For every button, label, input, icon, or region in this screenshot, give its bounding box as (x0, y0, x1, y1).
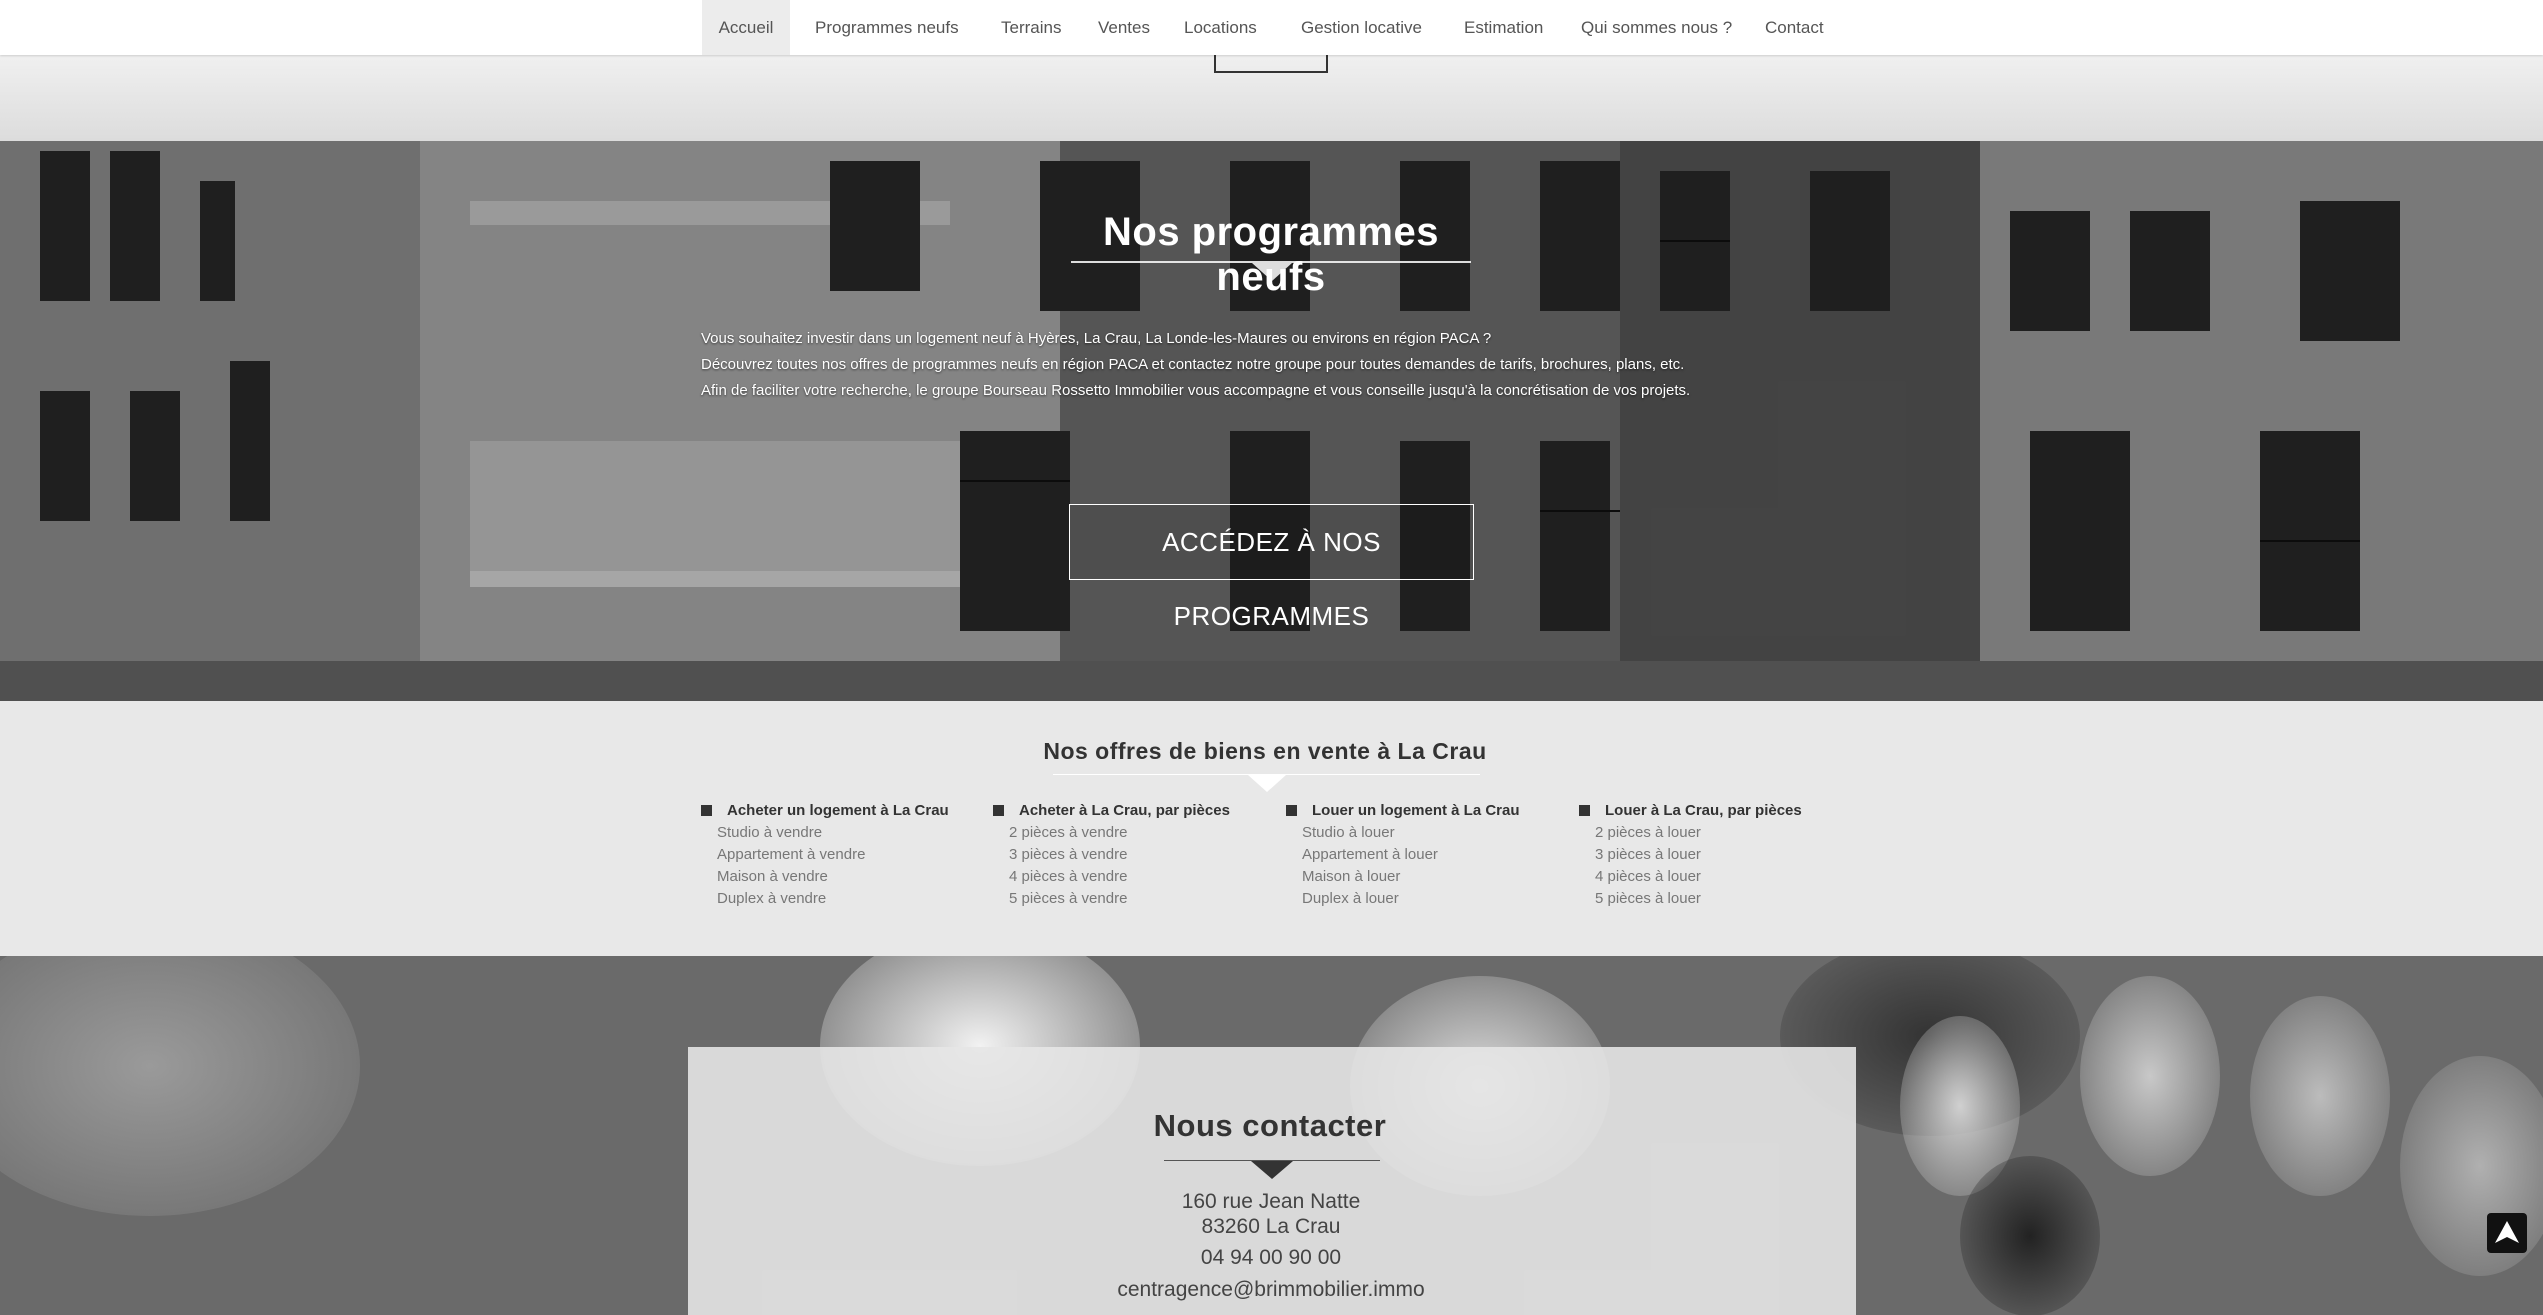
nav-item-programmes-neufs[interactable]: Programmes neufs (815, 0, 959, 55)
offers-column-heading: Louer à La Crau, par pièces (1579, 800, 1859, 822)
offer-link[interactable]: Appartement à vendre (701, 844, 981, 866)
hero-paragraph: Découvrez toutes nos offres de programme… (701, 356, 1685, 373)
offers-title: Nos offres de biens en vente à La Crau (1043, 738, 1487, 764)
contact-address-street: 160 rue Jean Natte (1181, 1190, 1361, 1213)
main-nav: Accueil Programmes neufs Terrains Ventes… (0, 0, 2543, 55)
offers-column-heading-label: Louer à La Crau, par pièces (1605, 802, 1802, 819)
offers-column-rent-rooms: Louer à La Crau, par pièces 2 pièces à l… (1579, 800, 1859, 910)
nav-item-qui-sommes-nous[interactable]: Qui sommes nous ? (1581, 0, 1732, 55)
programmes-cta-button[interactable]: ACCÉDEZ À NOS PROGRAMMES (1069, 504, 1474, 631)
offer-link[interactable]: Studio à vendre (701, 822, 981, 844)
bokeh-shape (2080, 976, 2220, 1176)
offer-link[interactable]: Duplex à vendre (701, 888, 981, 910)
nav-item-ventes[interactable]: Ventes (1098, 0, 1150, 55)
square-bullet-icon (993, 805, 1004, 816)
contact-phone[interactable]: 04 94 00 90 00 (1021, 1246, 1521, 1270)
nav-item-locations[interactable]: Locations (1184, 0, 1257, 55)
bokeh-shape (1960, 1156, 2100, 1315)
scroll-top-button[interactable] (2487, 1213, 2527, 1253)
square-bullet-icon (1286, 805, 1297, 816)
offers-title-arrow (1248, 775, 1286, 792)
nav-item-estimation[interactable]: Estimation (1464, 0, 1543, 55)
offer-link[interactable]: Appartement à louer (1286, 844, 1566, 866)
hero-title: Nos programmes neufs (1103, 210, 1439, 299)
offer-link[interactable]: 5 pièces à vendre (993, 888, 1273, 910)
nav-item-accueil[interactable]: Accueil (702, 0, 790, 55)
offers-column-heading: Acheter un logement à La Crau (701, 800, 981, 822)
contact-address-city: 83260 La Crau (1201, 1215, 1341, 1238)
hero-title-arrow (1252, 263, 1292, 281)
nav-item-terrains[interactable]: Terrains (1001, 0, 1061, 55)
offers-column-heading-label: Louer un logement à La Crau (1312, 802, 1520, 819)
offer-link[interactable]: 2 pièces à louer (1579, 822, 1859, 844)
contact-card (688, 1047, 1856, 1315)
offer-link[interactable]: 2 pièces à vendre (993, 822, 1273, 844)
offers-column-buy-type: Acheter un logement à La Crau Studio à v… (701, 800, 981, 910)
offer-link[interactable]: Maison à vendre (701, 866, 981, 888)
offers-column-rent-type: Louer un logement à La Crau Studio à lou… (1286, 800, 1566, 910)
hero-paragraph: Afin de faciliter votre recherche, le gr… (701, 382, 1691, 399)
offers-column-heading: Louer un logement à La Crau (1286, 800, 1566, 822)
offer-link[interactable]: Maison à louer (1286, 866, 1566, 888)
contact-title-arrow (1251, 1161, 1293, 1179)
offer-link[interactable]: Duplex à louer (1286, 888, 1566, 910)
contact-title: Nous contacter (1153, 1108, 1387, 1143)
contact-email[interactable]: centragence@brimmobilier.immo (1021, 1278, 1521, 1302)
offers-column-buy-rooms: Acheter à La Crau, par pièces 2 pièces à… (993, 800, 1273, 910)
hero-paragraph: Vous souhaitez investir dans un logement… (701, 330, 1492, 347)
offer-link[interactable]: 5 pièces à louer (1579, 888, 1859, 910)
offer-link[interactable]: 3 pièces à louer (1579, 844, 1859, 866)
offer-link[interactable]: 4 pièces à vendre (993, 866, 1273, 888)
offer-link[interactable]: 3 pièces à vendre (993, 844, 1273, 866)
square-bullet-icon (701, 805, 712, 816)
square-bullet-icon (1579, 805, 1590, 816)
nav-item-gestion-locative[interactable]: Gestion locative (1301, 0, 1422, 55)
hero-description: Vous souhaitez investir dans un logement… (701, 326, 1761, 404)
arrow-up-icon (2495, 1221, 2519, 1243)
nav-item-contact[interactable]: Contact (1765, 0, 1824, 55)
offer-link[interactable]: Studio à louer (1286, 822, 1566, 844)
bokeh-shape (0, 956, 360, 1216)
offers-column-heading-label: Acheter à La Crau, par pièces (1019, 802, 1230, 819)
previous-section-button-edge[interactable] (1214, 55, 1328, 73)
offers-column-heading-label: Acheter un logement à La Crau (727, 802, 949, 819)
offer-link[interactable]: 4 pièces à louer (1579, 866, 1859, 888)
offers-column-heading: Acheter à La Crau, par pièces (993, 800, 1273, 822)
bokeh-shape (2250, 996, 2390, 1196)
